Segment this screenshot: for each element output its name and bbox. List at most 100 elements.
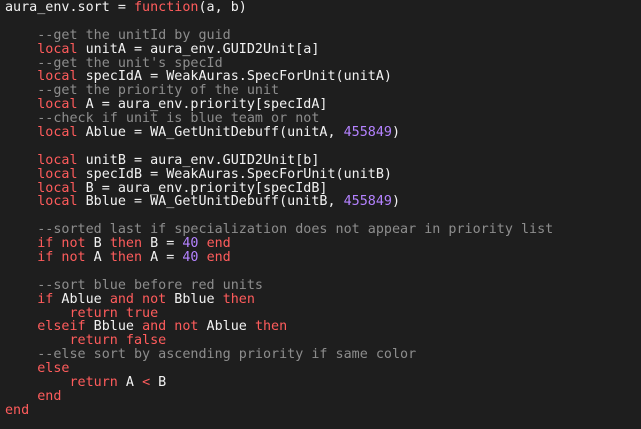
code-token-keyword: return false <box>69 333 167 349</box>
code-token-keyword: local <box>37 152 78 168</box>
code-token-default <box>5 167 37 182</box>
code-token-comment: --check if unit is blue team or not <box>37 111 320 127</box>
code-token-default: B <box>85 236 110 252</box>
code-token-default: B = <box>142 236 183 252</box>
code-token-default <box>5 153 37 168</box>
code-token-default: unitA = aura_env.GUID2Unit[a] <box>77 41 320 57</box>
code-token-default <box>5 333 70 348</box>
code-line: local B = aura_env.priority[specIdB] <box>5 180 641 196</box>
code-token-default <box>5 69 37 84</box>
code-token-keyword: local <box>37 41 78 57</box>
code-line: aura_env.sort = function(a, b) <box>5 1 641 15</box>
code-token-comment: --else sort by ascending priority if sam… <box>37 347 417 363</box>
code-token-keyword: end <box>206 250 231 266</box>
code-token-keyword: return true <box>69 305 159 321</box>
code-token-default: aura_env.sort = <box>5 0 134 15</box>
code-token-keyword: local <box>37 97 78 113</box>
code-token-default <box>5 56 37 71</box>
code-token-keyword: if <box>37 291 54 307</box>
code-token-comment: --get the unitId by guid <box>37 27 231 43</box>
code-token-keyword: function <box>134 0 199 15</box>
code-line: --check if unit is blue team or not <box>5 112 641 126</box>
code-token-comment: --sorted last if specialization does not… <box>37 222 554 238</box>
code-line: --get the priority of the unit <box>5 84 641 98</box>
code-token-keyword: if not <box>37 236 86 252</box>
code-token-keyword: end <box>206 236 231 252</box>
code-token-default: A = <box>142 250 183 266</box>
code-token-default <box>5 194 37 209</box>
code-line: if not A then A = 40 end <box>5 251 641 265</box>
code-token-default: Ablue <box>198 319 255 335</box>
code-token-default <box>5 28 37 43</box>
code-token-default: ) <box>391 194 401 210</box>
code-token-default <box>5 306 70 321</box>
code-token-comment: --get the priority of the unit <box>37 83 280 99</box>
code-token-keyword: return <box>69 375 118 391</box>
code-token-default <box>5 250 37 265</box>
code-line: end <box>5 402 641 418</box>
code-token-default <box>5 111 37 126</box>
code-block[interactable]: aura_env.sort = function(a, b) --get the… <box>5 1 641 418</box>
code-token-default: Bblue <box>166 291 223 307</box>
code-line: local Bblue = WA_GetUnitDebuff(unitB, 45… <box>5 195 641 209</box>
code-token-default <box>5 236 37 251</box>
code-token-comment: --get the unit's specId <box>37 55 223 71</box>
code-line: if not B then B = 40 end <box>5 237 641 251</box>
code-line: local specIdB = WeakAuras.SpecForUnit(un… <box>5 166 641 182</box>
code-token-default <box>5 181 37 196</box>
code-token-default: unitB = aura_env.GUID2Unit[b] <box>77 152 320 168</box>
code-line: --else sort by ascending priority if sam… <box>5 348 641 362</box>
code-token-default <box>5 83 37 98</box>
code-token-default: Bblue = WA_GetUnitDebuff(unitB, <box>77 194 344 210</box>
code-token-default <box>5 389 37 404</box>
code-token-keyword: local <box>37 166 78 182</box>
code-token-keyword: < <box>142 375 151 391</box>
code-token-default <box>5 375 70 390</box>
code-line: --sorted last if specialization does not… <box>5 223 641 237</box>
code-line: local A = aura_env.priority[specIdA] <box>5 98 641 112</box>
code-token-default: B = aura_env.priority[specIdB] <box>77 180 328 196</box>
code-token-default: specIdA = WeakAuras.SpecForUnit(unitA) <box>77 69 392 85</box>
code-token-default <box>5 97 37 112</box>
code-line: --get the unitId by guid <box>5 27 641 43</box>
code-token-default: A <box>117 375 143 391</box>
code-token-keyword: elseif <box>37 319 86 335</box>
code-token-keyword: local <box>37 69 78 85</box>
code-line: local unitB = aura_env.GUID2Unit[b] <box>5 152 641 168</box>
code-line: local specIdA = WeakAuras.SpecForUnit(un… <box>5 70 641 84</box>
code-token-keyword: then <box>109 250 143 266</box>
code-token-keyword: then <box>222 291 255 307</box>
code-token-default <box>199 250 207 265</box>
code-line: elseif Bblue and not Ablue then <box>5 320 641 334</box>
code-token-default <box>5 319 37 334</box>
code-token-number: 455849 <box>343 194 392 210</box>
code-token-default <box>5 125 37 140</box>
code-token-default: specIdB = WeakAuras.SpecForUnit(unitB) <box>77 166 392 182</box>
code-token-default: Bblue <box>85 319 143 335</box>
code-line: if Ablue and not Bblue then <box>5 291 641 307</box>
code-token-comment: --sort blue before red units <box>37 277 263 293</box>
code-token-keyword: end <box>5 402 30 418</box>
code-token-keyword: and not <box>109 291 167 307</box>
code-line: --get the unit's specId <box>5 55 641 71</box>
code-token-keyword: end <box>37 388 62 404</box>
code-line: end <box>5 388 641 404</box>
code-line: else <box>5 362 641 376</box>
code-line: local unitA = aura_env.GUID2Unit[a] <box>5 41 641 57</box>
code-line: --sort blue before red units <box>5 277 641 293</box>
code-token-keyword: if not <box>37 250 86 266</box>
code-token-default: Ablue = WA_GetUnitDebuff(unitA, <box>77 125 344 141</box>
code-token-keyword: local <box>37 194 78 210</box>
code-token-default: (a, b) <box>198 0 247 15</box>
code-line: return true <box>5 305 641 321</box>
code-editor[interactable]: aura_env.sort = function(a, b) --get the… <box>0 0 641 429</box>
code-token-keyword: then <box>109 236 143 252</box>
code-token-default <box>5 292 37 307</box>
code-token-number: 455849 <box>343 125 392 141</box>
code-token-keyword: then <box>254 319 288 335</box>
code-token-default: A <box>85 250 110 266</box>
